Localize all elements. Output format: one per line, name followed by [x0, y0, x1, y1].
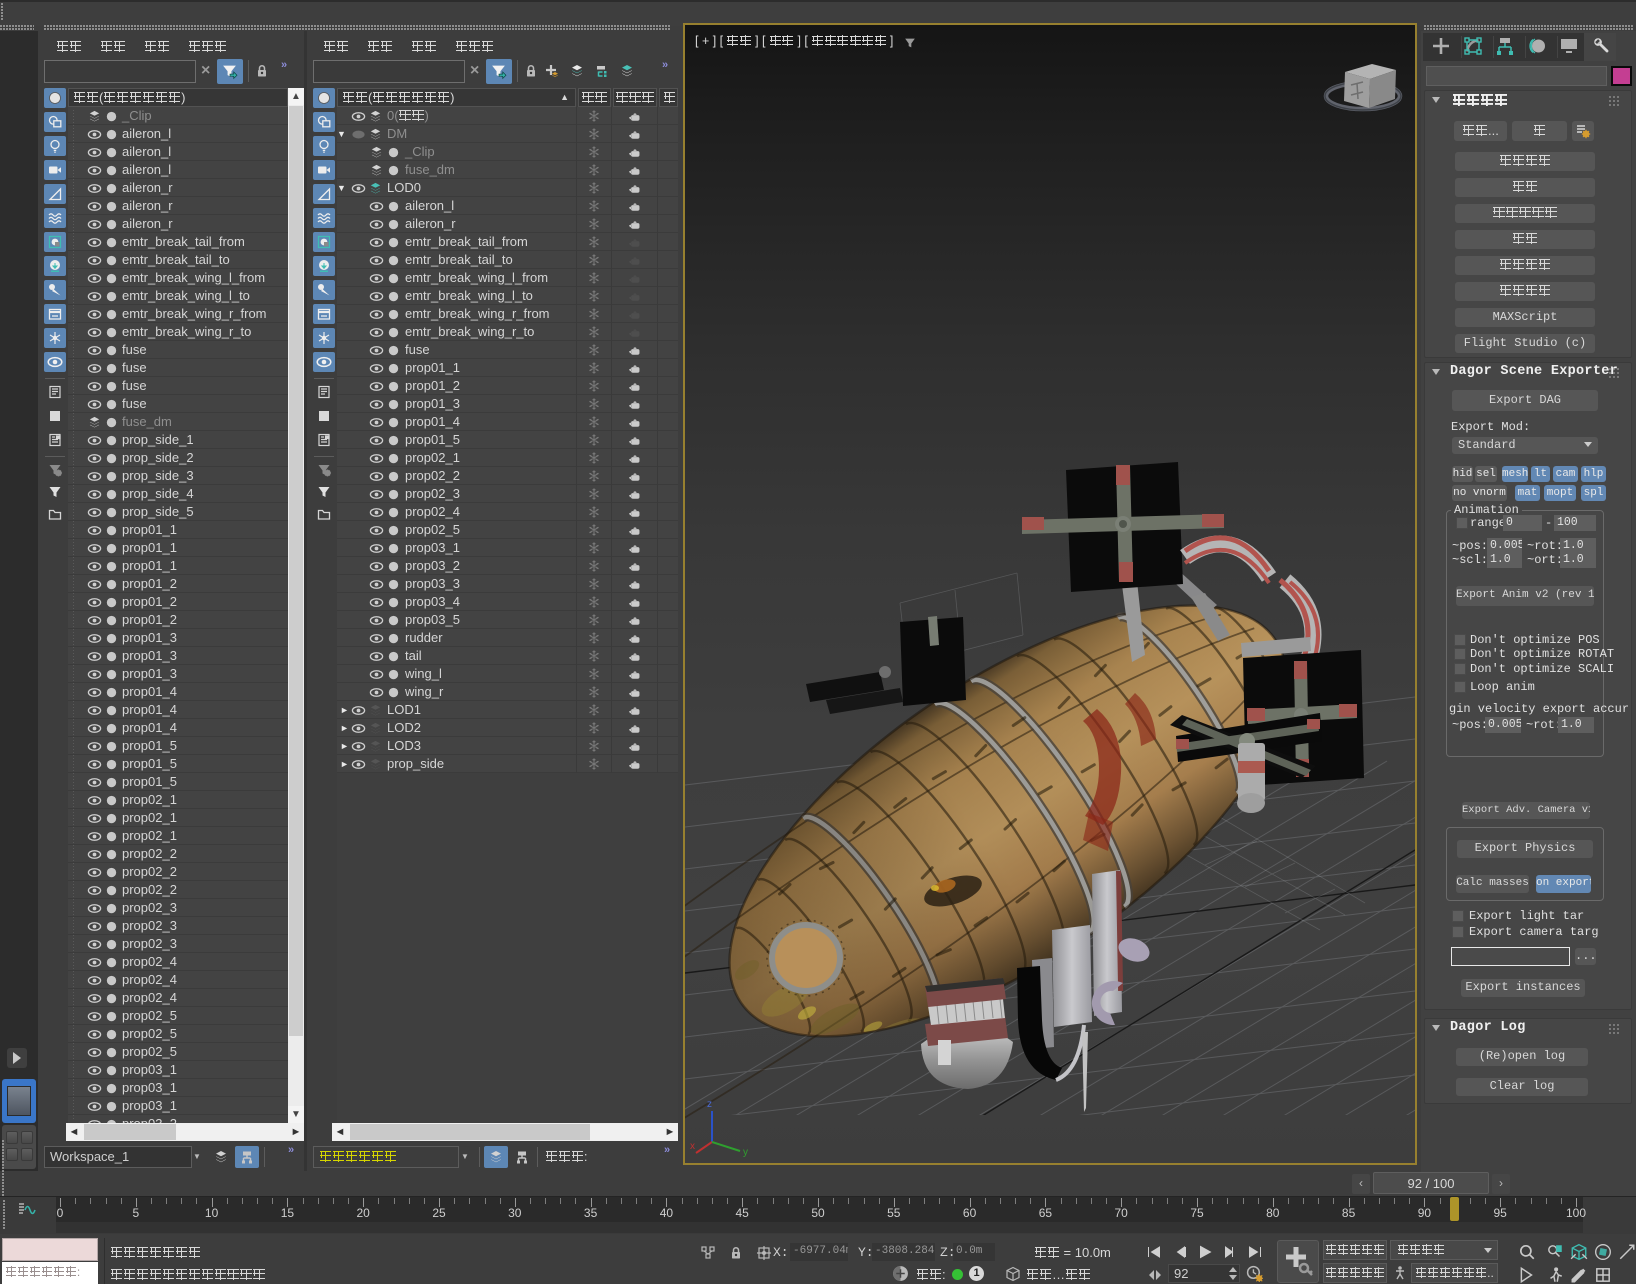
svg-text:z: z [707, 1099, 712, 1110]
svg-text:y: y [743, 1147, 748, 1158]
svg-text:x: x [690, 1141, 695, 1152]
